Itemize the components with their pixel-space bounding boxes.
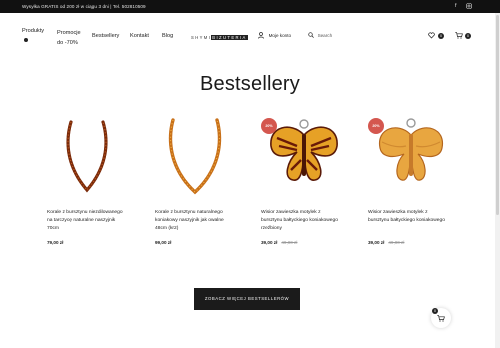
- floating-cart-count: 0: [432, 308, 438, 314]
- heart-icon: [428, 32, 435, 39]
- nav-products-label: Produkty: [22, 28, 45, 34]
- account-label: Moje konto: [268, 33, 292, 38]
- search-placeholder: Search: [317, 32, 333, 38]
- old-price: 49,00 zł: [281, 240, 298, 245]
- current-price: 99,00 zł: [155, 240, 172, 245]
- product-name[interactable]: Korale z bursztynu naturalnego koniakowy…: [155, 209, 235, 233]
- old-price: 49,00 zł: [388, 240, 405, 245]
- product-price: 79,00 zł: [47, 240, 63, 245]
- product-name[interactable]: Wisior zawieszka motylek z bursztynu bał…: [368, 209, 448, 225]
- page-title: Bestsellery: [199, 73, 300, 95]
- sale-badge: 20%: [368, 118, 384, 134]
- nav-bestsellers[interactable]: Bestsellery: [92, 33, 119, 39]
- see-more-bestsellers-button[interactable]: ZOBACZ WIĘCEJ BESTSELLERÓW: [194, 288, 300, 310]
- nav-contact[interactable]: Kontakt: [130, 33, 149, 39]
- cart-icon: [455, 32, 463, 39]
- search-icon: [308, 32, 314, 38]
- product-price: 39,00 zł 49,00 zł: [368, 240, 404, 245]
- floating-cart-button[interactable]: 0: [431, 308, 451, 328]
- instagram-icon[interactable]: [466, 3, 472, 11]
- product-name[interactable]: Wisior zawieszka motylek z bursztynu bał…: [261, 209, 341, 233]
- main-navigation: Produkty Promocje do -70% Bestsellery Ko…: [0, 13, 500, 57]
- user-icon: [258, 32, 264, 39]
- nav-blog[interactable]: Blog: [162, 33, 173, 39]
- current-price: 39,00 zł: [368, 240, 385, 245]
- product-image-amber-necklace[interactable]: [47, 112, 130, 198]
- nav-promotions-label: Promocje: [57, 30, 81, 36]
- search-field[interactable]: Search: [308, 32, 332, 38]
- scrollbar-thumb[interactable]: [496, 15, 499, 215]
- nav-promotions-sublabel: do -70%: [57, 40, 78, 46]
- top-bar: Wysyłka GRATIS od 200 zł w ciągu 3 dni |…: [0, 0, 500, 13]
- logo-text-left: SHYMI: [191, 35, 212, 40]
- current-price: 39,00 zł: [261, 240, 278, 245]
- chevron-down-icon[interactable]: [24, 38, 28, 44]
- account-link[interactable]: Moje konto: [258, 32, 291, 39]
- scrollbar[interactable]: [495, 13, 500, 348]
- nav-products[interactable]: Produkty: [22, 28, 44, 34]
- logo-text-right: BIZUTERIA: [211, 35, 248, 40]
- cart-count-badge: 0: [465, 33, 471, 39]
- sale-badge: 20%: [261, 118, 277, 134]
- facebook-icon[interactable]: f: [455, 3, 457, 9]
- site-logo[interactable]: SHYMIBIZUTERIA: [191, 35, 248, 40]
- wishlist-count-badge: 0: [438, 33, 444, 39]
- cart-button[interactable]: [455, 32, 463, 41]
- product-price: 99,00 zł: [155, 240, 171, 245]
- current-price: 79,00 zł: [47, 240, 64, 245]
- product-image-cognac-necklace[interactable]: [155, 112, 238, 198]
- product-name[interactable]: Korale z bursztynu niezdilowanego na tar…: [47, 209, 127, 233]
- wishlist-button[interactable]: [428, 32, 435, 41]
- nav-promotions[interactable]: Promocje do -70%: [57, 28, 81, 48]
- shipping-promo-text: Wysyłka GRATIS od 200 zł w ciągu 3 dni |…: [22, 4, 146, 9]
- cart-icon: [437, 315, 445, 322]
- product-price: 39,00 zł 49,00 zł: [261, 240, 297, 245]
